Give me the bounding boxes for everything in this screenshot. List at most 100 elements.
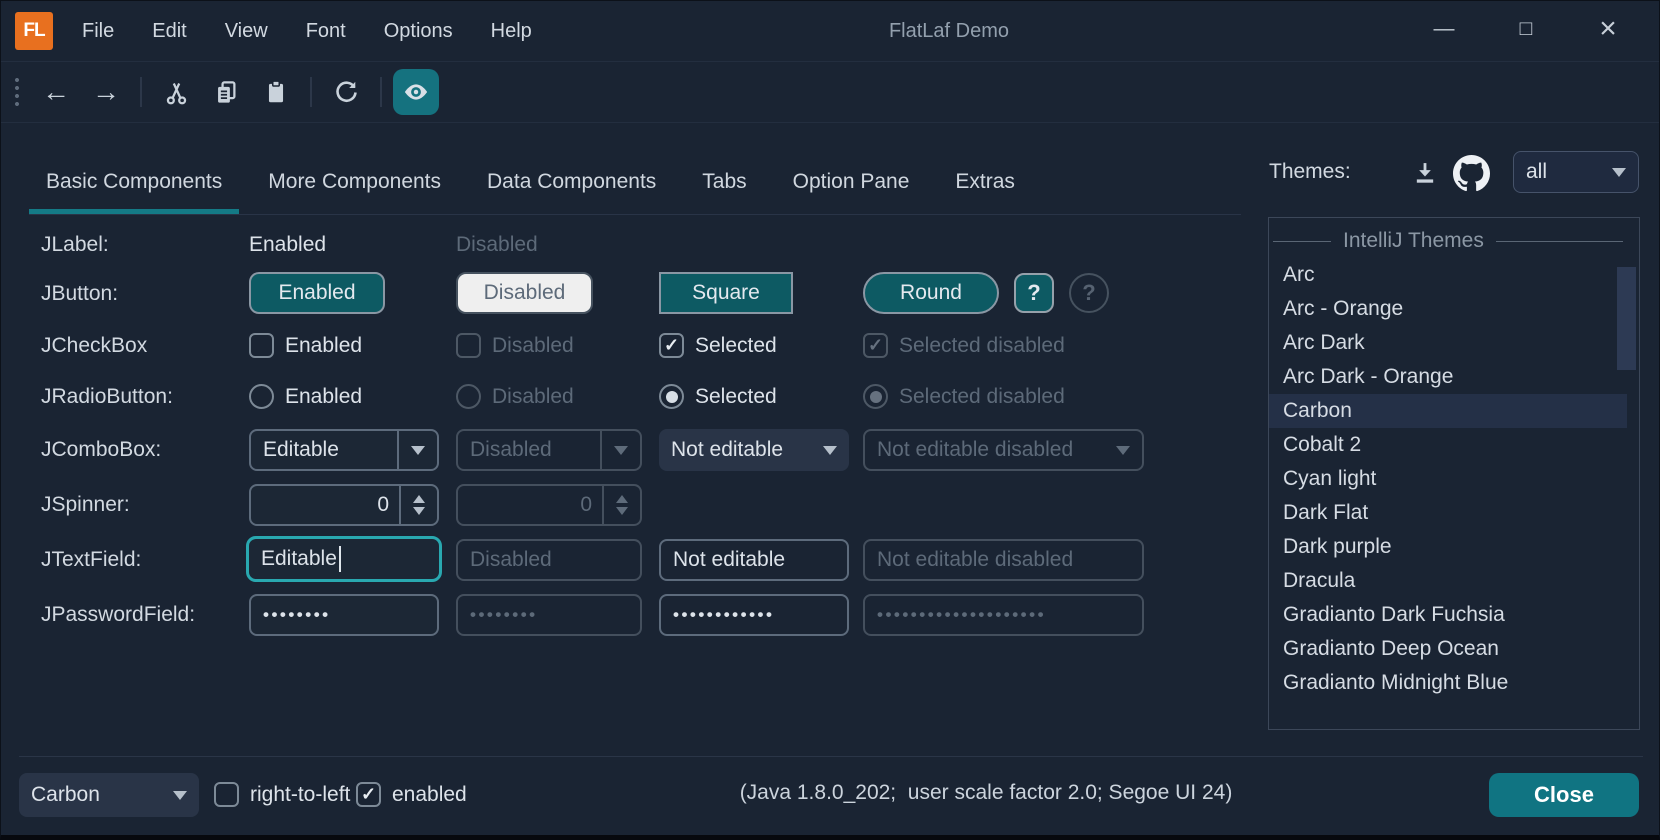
- checkbox-box: [249, 333, 274, 358]
- textfield-value: Not editable: [673, 548, 785, 572]
- password-dots[interactable]: ••••••••: [263, 605, 331, 625]
- download-theme-button[interactable]: [1403, 153, 1447, 193]
- theme-list-item[interactable]: Dracula: [1269, 564, 1627, 598]
- help-button-disabled: ?: [1069, 273, 1109, 313]
- passwordfield-editable[interactable]: ••••••••: [249, 594, 439, 636]
- combobox-value[interactable]: Editable: [251, 438, 397, 462]
- theme-filter-value: all: [1526, 160, 1547, 184]
- spinner-buttons[interactable]: [399, 486, 437, 524]
- themes-scrollbar-thumb[interactable]: [1617, 267, 1636, 370]
- jcheckbox-row-label: JCheckBox: [41, 334, 147, 358]
- combobox-value: Not editable disabled: [865, 438, 1104, 462]
- jlabel-row-label: JLabel:: [41, 233, 109, 257]
- github-button[interactable]: [1449, 153, 1493, 193]
- help-button[interactable]: ?: [1014, 273, 1054, 313]
- square-button[interactable]: Square: [659, 272, 793, 314]
- spinner-enabled[interactable]: 0: [249, 484, 439, 526]
- theme-list-item[interactable]: Arc - Orange: [1269, 292, 1627, 326]
- close-button[interactable]: Close: [1489, 773, 1639, 817]
- theme-filter-combobox[interactable]: all: [1513, 151, 1639, 193]
- combobox-arrow-button: [1104, 431, 1142, 469]
- disabled-button: Disabled: [456, 272, 593, 314]
- github-icon: [1453, 155, 1490, 192]
- passwordfield-not-editable-disabled: ••••••••••••••••••••: [863, 594, 1144, 636]
- chevron-down-icon: [1116, 446, 1130, 462]
- spinner-value: 0: [458, 493, 602, 517]
- theme-list-item[interactable]: Cobalt 2: [1269, 428, 1627, 462]
- passwordfield-not-editable[interactable]: ••••••••••••: [659, 594, 849, 636]
- theme-list-item[interactable]: Carbon: [1269, 394, 1627, 428]
- combobox-arrow-button: [600, 431, 640, 469]
- textfield-not-editable[interactable]: Not editable: [659, 539, 849, 581]
- spinner-down-icon[interactable]: [413, 507, 425, 521]
- radio-circle: [249, 384, 274, 409]
- theme-list-item[interactable]: Gradianto Dark Fuchsia: [1269, 598, 1627, 632]
- jlabel-enabled: Enabled: [249, 233, 326, 257]
- maximize-button[interactable]: □: [1485, 1, 1567, 60]
- checkbox-selected[interactable]: ✓ Selected: [659, 333, 777, 358]
- jbutton-row-label: JButton:: [41, 282, 118, 306]
- toolbar-grip-icon[interactable]: [15, 76, 19, 108]
- lookandfeel-combobox[interactable]: Carbon: [19, 773, 199, 817]
- textfield-editable-focused[interactable]: Editable: [246, 536, 442, 582]
- radio-label: Selected: [695, 385, 777, 409]
- radio-circle-selected: [659, 384, 684, 409]
- combobox-not-editable-disabled: Not editable disabled: [863, 429, 1144, 471]
- checkbox-selected-disabled: ✓ Selected disabled: [863, 333, 1065, 358]
- themes-group-header-label: IntelliJ Themes: [1343, 229, 1484, 253]
- theme-list-item[interactable]: Gradianto Midnight Blue: [1269, 666, 1627, 700]
- enabled-button[interactable]: Enabled: [249, 272, 385, 314]
- close-window-button[interactable]: ×: [1567, 1, 1649, 60]
- basic-components-panel: JLabel: Enabled Disabled JButton: Enable…: [41, 1, 1181, 761]
- radio-circle-selected: [863, 384, 888, 409]
- spinner-buttons: [602, 486, 640, 524]
- radio-disabled: Disabled: [456, 384, 574, 409]
- checkbox-enabled[interactable]: Enabled: [249, 333, 362, 358]
- password-dots: ••••••••••••: [673, 605, 774, 625]
- checkbox-box: [456, 333, 481, 358]
- textfield-value: Disabled: [470, 548, 552, 572]
- combobox-arrow-button[interactable]: [397, 431, 437, 469]
- combobox-not-editable[interactable]: Not editable: [659, 429, 849, 471]
- checkbox-check-icon: ✓: [356, 782, 381, 807]
- theme-list-item[interactable]: Arc Dark - Orange: [1269, 360, 1627, 394]
- combobox-editable[interactable]: Editable: [249, 429, 439, 471]
- theme-list-item[interactable]: Cyan light: [1269, 462, 1627, 496]
- spinner-value[interactable]: 0: [251, 493, 399, 517]
- bottom-separator: [19, 756, 1643, 757]
- jlabel-disabled: Disabled: [456, 233, 538, 257]
- password-dots: ••••••••: [470, 605, 538, 625]
- themes-label: Themes:: [1269, 160, 1351, 184]
- status-text: (Java 1.8.0_202; user scale factor 2.0; …: [586, 781, 1386, 805]
- enabled-checkbox[interactable]: ✓ enabled: [356, 782, 467, 807]
- radio-label: Disabled: [492, 385, 574, 409]
- radio-selected[interactable]: Selected: [659, 384, 777, 409]
- radio-label: Selected disabled: [899, 385, 1065, 409]
- radio-selected-disabled: Selected disabled: [863, 384, 1065, 409]
- chevron-down-icon: [823, 446, 837, 462]
- checkbox-label: enabled: [392, 783, 467, 807]
- right-to-left-checkbox[interactable]: right-to-left: [214, 782, 350, 807]
- combobox-value: Disabled: [458, 438, 600, 462]
- textfield-value[interactable]: Editable: [261, 547, 337, 571]
- chevron-down-icon: [411, 446, 425, 462]
- radio-enabled[interactable]: Enabled: [249, 384, 362, 409]
- round-button[interactable]: Round: [863, 272, 999, 314]
- spinner-down-icon: [616, 507, 628, 521]
- combobox-arrow-button[interactable]: [161, 773, 199, 817]
- minimize-button[interactable]: —: [1403, 1, 1485, 60]
- theme-list-item[interactable]: Gradianto Deep Ocean: [1269, 632, 1627, 666]
- chevron-down-icon: [1612, 168, 1626, 184]
- theme-list-item[interactable]: Dark Flat: [1269, 496, 1627, 530]
- textfield-value: Not editable disabled: [877, 548, 1073, 572]
- combobox-arrow-button[interactable]: [811, 429, 849, 471]
- textfield-disabled: Disabled: [456, 539, 642, 581]
- theme-list-item[interactable]: Arc Dark: [1269, 326, 1627, 360]
- flatlaf-demo-window: FL FileEditViewFontOptionsHelp FlatLaf D…: [0, 0, 1660, 840]
- themes-list: IntelliJ Themes ArcArc - OrangeArc DarkA…: [1268, 217, 1640, 730]
- window-controls: — □ ×: [1403, 1, 1649, 60]
- theme-list-item[interactable]: Arc: [1269, 258, 1627, 292]
- themes-group-header: IntelliJ Themes: [1269, 224, 1639, 258]
- spinner-up-icon[interactable]: [413, 489, 425, 503]
- theme-list-item[interactable]: Dark purple: [1269, 530, 1627, 564]
